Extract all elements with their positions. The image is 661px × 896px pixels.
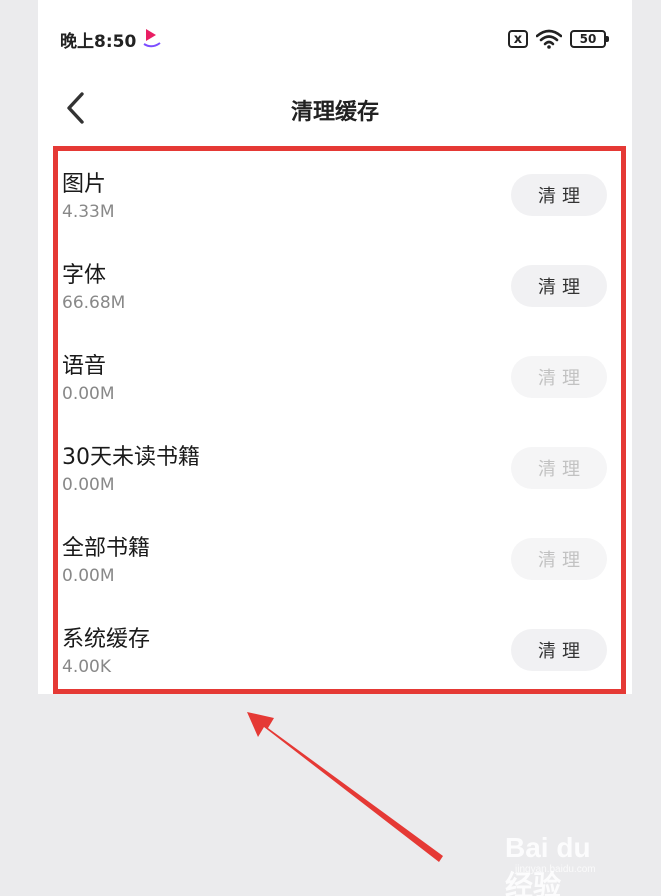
cache-list: 图片 4.33M 清理 字体 66.68M 清理 语音 0.00M 清理 30天… [38, 136, 632, 682]
clean-fonts-button[interactable]: 清理 [511, 265, 607, 307]
cache-item-all-books: 全部书籍 0.00M 清理 [38, 500, 632, 591]
baidu-jingyan-watermark: Bai du 经验 jingyan.baidu.com [505, 824, 625, 896]
cache-item-size: 66.68M [62, 293, 126, 313]
cache-item-title: 图片 [62, 172, 107, 197]
cache-item-title: 30天未读书籍 [62, 445, 200, 470]
cache-item-title: 语音 [62, 354, 107, 379]
clean-system-button[interactable]: 清理 [511, 629, 607, 671]
clean-voice-button[interactable]: 清理 [511, 356, 607, 398]
phone-screen: 晚上8:50 x 50 清理缓存 图片 4.33M 清理 字体 66.68M 清… [38, 0, 632, 694]
cache-item-title: 系统缓存 [62, 627, 151, 652]
page-title: 清理缓存 [290, 100, 379, 125]
clean-all-books-button[interactable]: 清理 [511, 538, 607, 580]
cache-item-images: 图片 4.33M 清理 [38, 136, 632, 227]
cache-item-system: 系统缓存 4.00K 清理 [38, 591, 632, 682]
wifi-icon [536, 29, 562, 49]
nav-bar: 清理缓存 [38, 80, 632, 136]
cache-item-size: 4.33M [62, 202, 115, 222]
cache-item-title: 全部书籍 [62, 536, 151, 561]
clean-unread-books-button[interactable]: 清理 [511, 447, 607, 489]
cache-item-size: 0.00M [62, 384, 115, 404]
battery-icon: 50 [570, 30, 609, 48]
status-time: 晚上8:50 [60, 32, 137, 52]
cache-item-voice: 语音 0.00M 清理 [38, 318, 632, 409]
status-bar: 晚上8:50 x 50 [38, 0, 632, 80]
cache-item-fonts: 字体 66.68M 清理 [38, 227, 632, 318]
cache-item-size: 0.00M [62, 475, 115, 495]
no-sim-icon: x [508, 30, 528, 48]
clean-images-button[interactable]: 清理 [511, 174, 607, 216]
watermark-url: jingyan.baidu.com [515, 864, 596, 875]
cache-item-size: 4.00K [62, 657, 111, 677]
status-icons: x 50 [508, 28, 609, 50]
cache-item-unread-books: 30天未读书籍 0.00M 清理 [38, 409, 632, 500]
app-notification-icon [143, 29, 161, 48]
cache-item-size: 0.00M [62, 566, 115, 586]
cache-item-title: 字体 [62, 263, 107, 288]
